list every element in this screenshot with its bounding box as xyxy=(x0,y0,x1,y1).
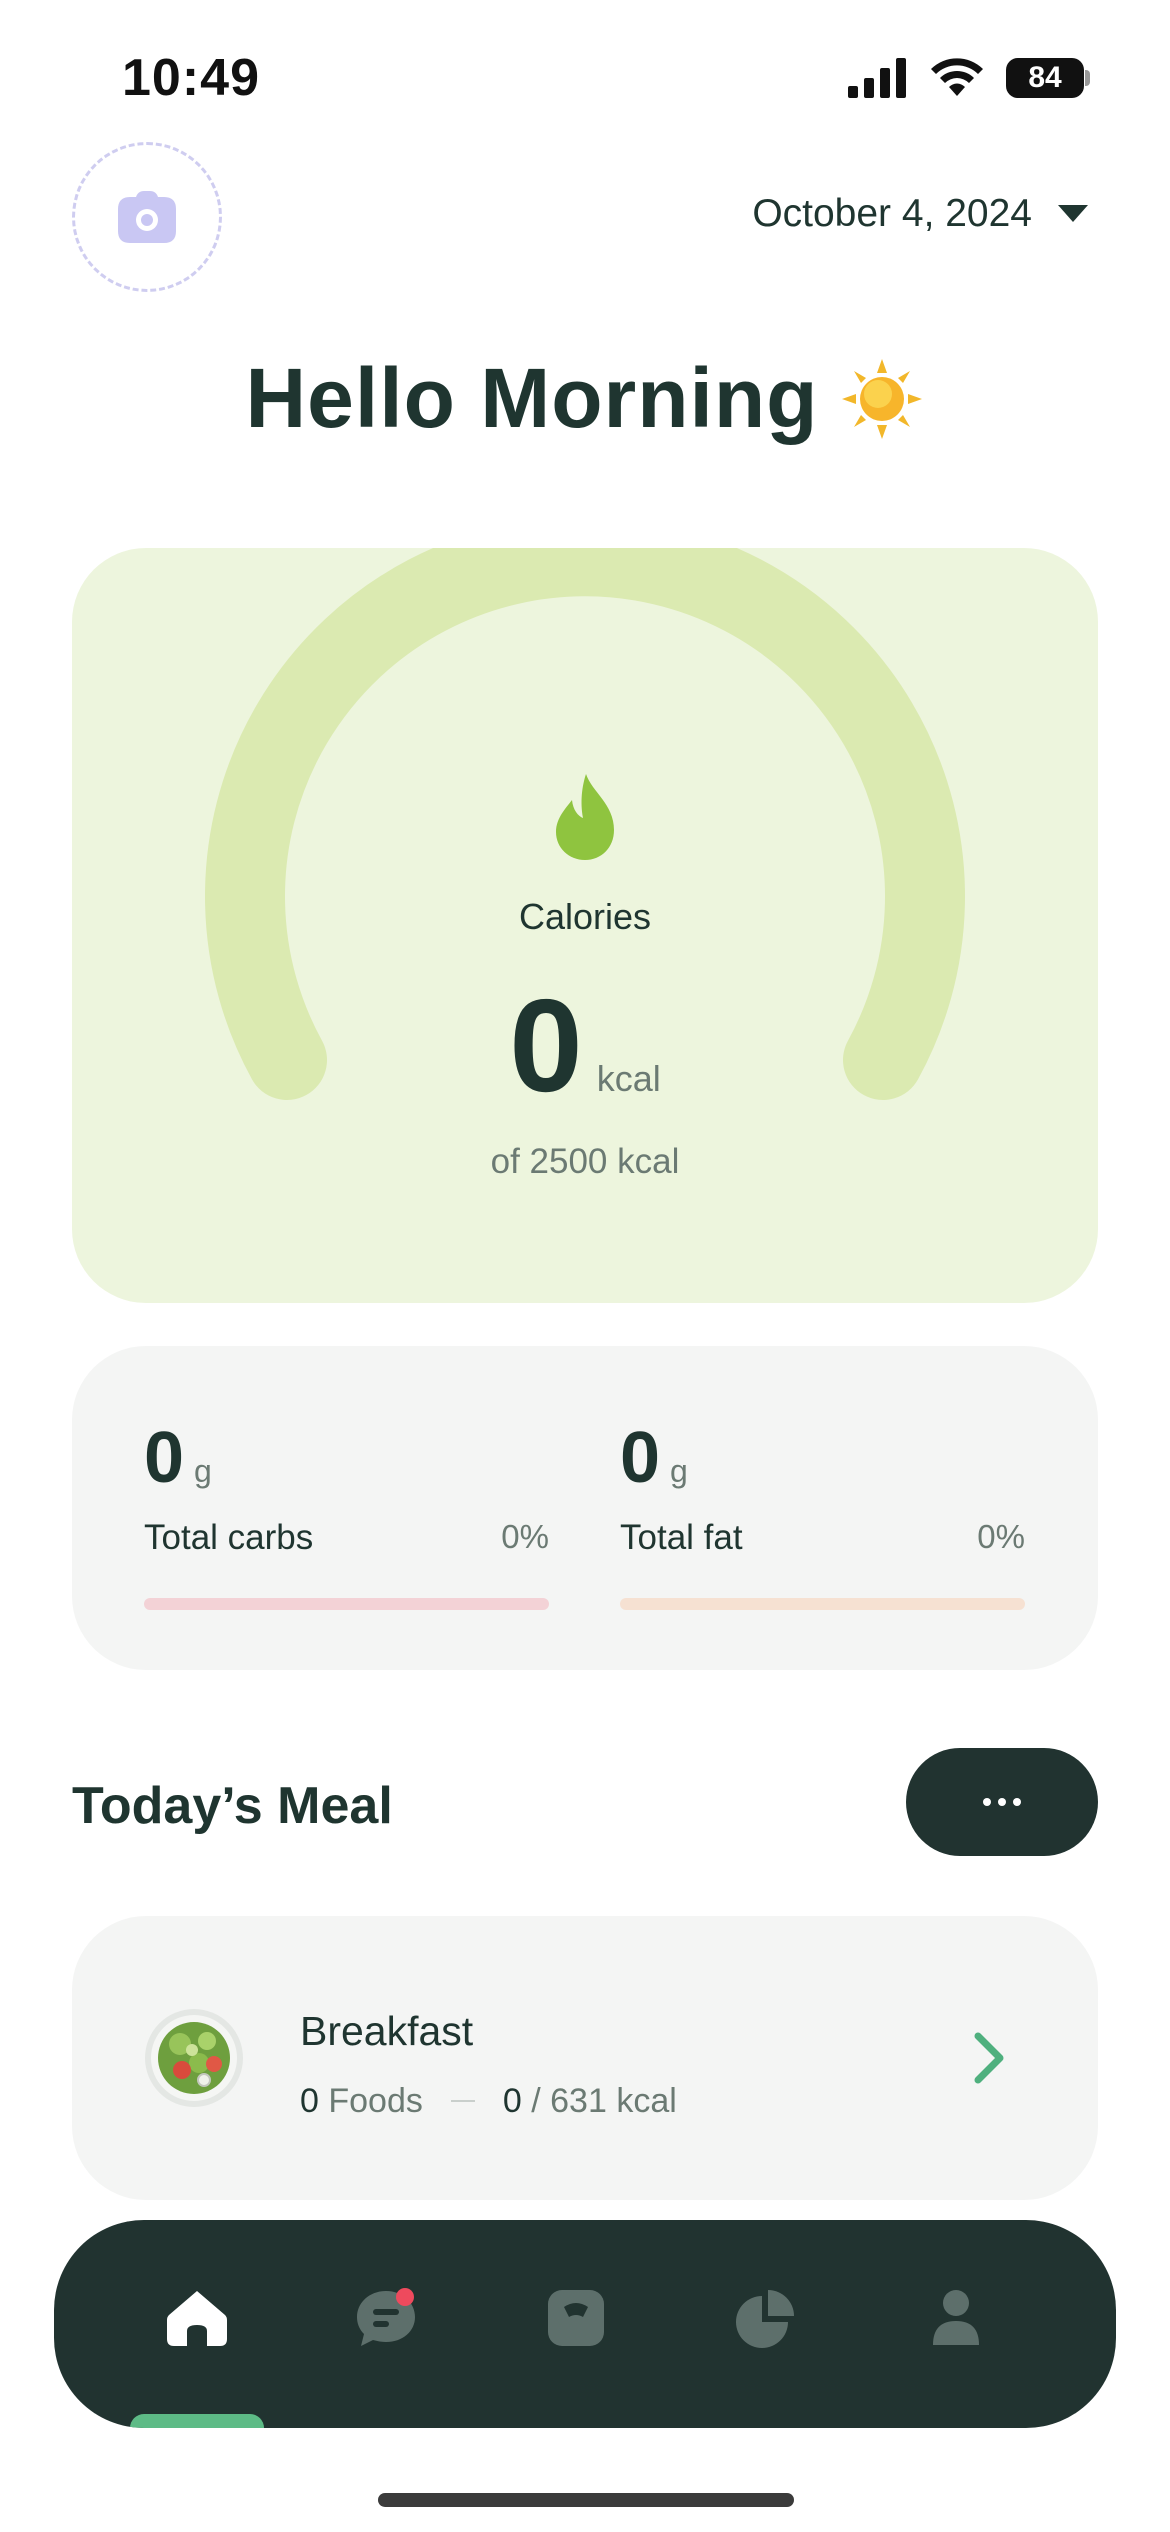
sun-icon xyxy=(842,358,923,439)
user-icon xyxy=(933,2290,979,2345)
tab-profile[interactable] xyxy=(906,2268,1006,2368)
tab-stats[interactable] xyxy=(716,2268,816,2368)
more-dots-icon xyxy=(983,1798,991,1806)
meal-separator xyxy=(450,2100,475,2102)
more-dot xyxy=(998,1798,1006,1806)
date-label: October 4, 2024 xyxy=(752,192,1032,235)
profile-photo-button[interactable] xyxy=(72,142,222,292)
scale-icon xyxy=(548,2290,604,2346)
tab-scale[interactable] xyxy=(526,2268,626,2368)
macro-name: Total carbs xyxy=(144,1518,314,1557)
more-dot xyxy=(1013,1798,1021,1806)
wifi-icon xyxy=(931,58,983,96)
macro-percent: 0% xyxy=(977,1518,1025,1555)
calorie-value-row: 0 kcal xyxy=(0,980,1170,1112)
meal-foods-count: 0 xyxy=(300,2082,319,2120)
macro-progress-bar xyxy=(620,1598,1025,1610)
calorie-label: Calories xyxy=(518,896,652,937)
macro-value: 0 xyxy=(620,1418,661,1498)
signal-icon xyxy=(848,58,906,98)
meal-card-breakfast[interactable]: Breakfast 0 Foods 0 / 631 kcal xyxy=(72,1916,1098,2200)
status-icons: 84 xyxy=(848,54,1090,102)
greeting: Hello Morning xyxy=(0,350,1170,447)
meal-foods-label: Foods xyxy=(328,2082,423,2120)
battery-percent: 84 xyxy=(1028,61,1062,94)
macro-value-row: 0 g xyxy=(144,1422,212,1494)
macro-fat: 0 g Total fat 0% xyxy=(620,1346,1025,1670)
macro-value: 0 xyxy=(144,1418,185,1498)
meal-kcal-goal: / 631 kcal xyxy=(531,2082,677,2120)
status-bar: 10:49 84 xyxy=(0,0,1170,150)
tab-home[interactable] xyxy=(147,2268,247,2368)
flame-icon xyxy=(556,774,614,860)
macro-carbs: 0 g Total carbs 0% xyxy=(144,1346,549,1670)
home-indicator xyxy=(378,2493,794,2507)
macro-unit: g xyxy=(194,1453,212,1489)
macro-percent: 0% xyxy=(501,1518,549,1555)
caret-down-icon xyxy=(1058,205,1088,222)
date-selector[interactable]: October 4, 2024 xyxy=(752,192,1088,236)
home-icon xyxy=(167,2291,227,2346)
meal-name: Breakfast xyxy=(300,2008,474,2054)
greeting-text: Hello Morning xyxy=(245,351,819,445)
meal-kcal-value: 0 xyxy=(502,2082,522,2120)
camera-icon xyxy=(118,191,176,243)
chevron-right-icon xyxy=(974,2032,1004,2084)
calorie-value: 0 xyxy=(509,972,583,1119)
active-tab-indicator xyxy=(130,2414,264,2428)
meal-summary: 0 Foods 0 / 631 kcal xyxy=(300,2082,677,2121)
calorie-unit: kcal xyxy=(596,1058,661,1099)
tab-chat[interactable] xyxy=(336,2268,436,2368)
calorie-goal: of 2500 kcal xyxy=(490,1142,680,1181)
macro-progress-bar xyxy=(144,1598,549,1610)
salad-icon xyxy=(145,2009,243,2107)
chat-notification-badge xyxy=(396,2288,414,2306)
more-options-button[interactable] xyxy=(906,1748,1098,1856)
battery-icon: 84 xyxy=(1006,58,1090,98)
meals-section-title: Today’s Meal xyxy=(72,1777,393,1835)
macros-card[interactable]: 0 g Total carbs 0% 0 g Total fat 0% xyxy=(72,1346,1098,1670)
macro-name: Total fat xyxy=(620,1518,743,1557)
macro-unit: g xyxy=(670,1453,688,1489)
bottom-tab-bar xyxy=(54,2220,1116,2428)
macro-value-row: 0 g xyxy=(620,1422,688,1494)
pie-chart-icon xyxy=(736,2290,794,2348)
status-time: 10:49 xyxy=(122,49,260,107)
